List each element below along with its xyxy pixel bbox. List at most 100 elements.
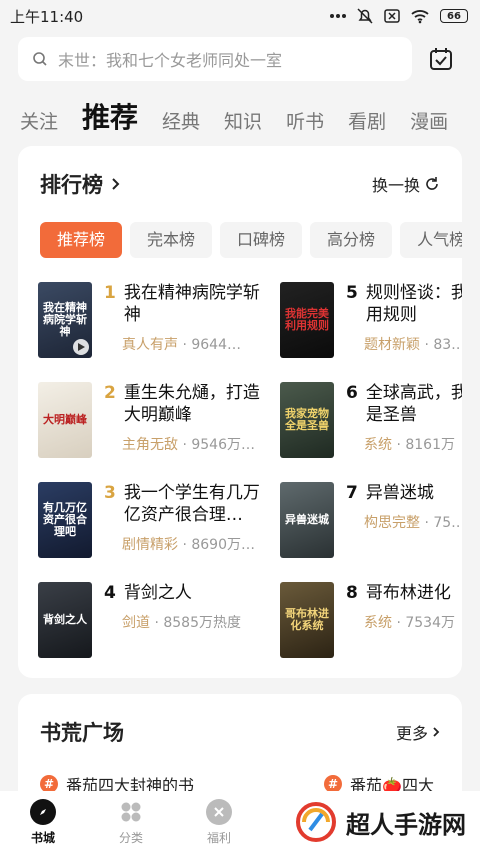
sim-x-icon — [384, 9, 400, 23]
grid-icon — [118, 799, 144, 825]
book-cover: 哥布林进化系统 — [280, 582, 334, 658]
tab-audiobook[interactable]: 听书 — [286, 107, 324, 142]
book-heat: · 8690万… — [182, 537, 255, 553]
chip-finished[interactable]: 完本榜 — [130, 222, 213, 258]
ranking-chips: 推荐榜 完本榜 口碑榜 高分榜 人气榜 — [18, 222, 462, 260]
more-label: 更多 — [395, 724, 428, 743]
more-button[interactable]: 更多 — [396, 720, 440, 744]
book-item[interactable]: 哥布林进化系统 8 哥布林进化 系统 · 7534万 — [280, 582, 462, 658]
watermark-emblem-icon — [296, 802, 336, 842]
book-item[interactable]: 有几万亿资产很合理吧 3 我一个学生有几万亿资产很合理… 剧情精彩 · 8690万… — [38, 482, 280, 558]
ranking-title-link[interactable]: 排行榜 — [40, 169, 121, 199]
book-heat: · 7534万 — [396, 615, 455, 631]
nav-welfare[interactable]: 福利 — [206, 798, 232, 846]
book-title: 我在精神病院学斩神 — [123, 283, 260, 325]
square-title: 书荒广场 — [40, 721, 124, 745]
square-header: 书荒广场 更多 — [18, 694, 462, 770]
tab-drama[interactable]: 看剧 — [348, 107, 386, 142]
search-input[interactable]: 末世：我和七个女老师同处一室 — [18, 37, 412, 81]
battery-indicator: 66 — [440, 9, 468, 23]
chip-high-score[interactable]: 高分榜 — [310, 222, 393, 258]
refresh-icon — [426, 177, 438, 190]
signal-dots-icon — [330, 14, 346, 18]
book-tag: 题材新颖 — [364, 337, 420, 353]
book-tag: 系统 — [364, 437, 392, 453]
chip-popular[interactable]: 人气榜 — [400, 222, 462, 258]
rank-number: 2 — [104, 383, 116, 403]
nav-label: 书城 — [30, 830, 55, 845]
tab-follow[interactable]: 关注 — [20, 107, 58, 142]
rank-number: 6 — [346, 383, 358, 403]
rank-number: 5 — [346, 283, 358, 303]
book-heat: · 9546万… — [182, 437, 255, 453]
book-cover: 有几万亿资产很合理吧 — [38, 482, 92, 558]
book-item[interactable]: 我在精神病院学斩神 1 我在精神病院学斩神 真人有声 · 9644… — [38, 282, 280, 358]
book-item[interactable]: 我家宠物全是圣兽 6 全球高武，我物全是圣兽 系统 · 8161万 — [280, 382, 462, 458]
book-title: 重生朱允熥，打造大明巅峰 — [123, 383, 260, 425]
refresh-button[interactable]: 换一换 — [372, 172, 440, 196]
book-tag: 系统 — [364, 615, 392, 631]
nav-label: 分类 — [118, 830, 143, 845]
status-icons: 66 — [330, 7, 468, 25]
rank-number: 3 — [104, 483, 116, 503]
calendar-checkin-button[interactable] — [426, 44, 456, 74]
rank-number: 4 — [104, 583, 116, 603]
book-heat: · 83… — [424, 337, 462, 353]
book-cover: 我在精神病院学斩神 — [38, 282, 92, 358]
search-placeholder: 末世：我和七个女老师同处一室 — [58, 51, 283, 70]
book-cover: 我能完美利用规则 — [280, 282, 334, 358]
book-item[interactable]: 背剑之人 4 背剑之人 剑道 · 8585万热度 — [38, 582, 280, 658]
book-title: 规则怪谈：我美利用规则 — [365, 283, 462, 325]
book-title: 全球高武，我物全是圣兽 — [365, 383, 462, 425]
book-tag: 构思完整 — [364, 515, 420, 531]
nav-bookstore[interactable]: 书城 — [30, 798, 56, 846]
nav-category[interactable]: 分类 — [118, 799, 144, 846]
book-cover: 异兽迷城 — [280, 482, 334, 558]
tab-comics[interactable]: 漫画 — [410, 107, 448, 142]
book-heat: · 8585万热度 — [154, 615, 241, 631]
book-tag: 真人有声 — [122, 337, 178, 353]
gift-icon — [206, 798, 232, 825]
book-tag: 剑道 — [122, 615, 150, 631]
book-heat: · 75… — [424, 515, 462, 531]
rank-number: 7 — [346, 483, 358, 503]
play-icon — [73, 339, 89, 355]
ranking-title: 排行榜 — [40, 173, 103, 197]
calendar-check-icon — [430, 48, 452, 70]
book-cover: 我家宠物全是圣兽 — [280, 382, 334, 458]
watermark-text: 超人手游网 — [346, 810, 466, 839]
book-title: 哥布林进化 — [365, 583, 451, 603]
ranking-list: 我在精神病院学斩神 1 我在精神病院学斩神 真人有声 · 9644… 我能完美利用… — [18, 282, 462, 658]
book-title: 我一个学生有几万亿资产很合理… — [123, 483, 260, 525]
wifi-icon — [411, 10, 429, 24]
book-heat: · 9644… — [182, 337, 241, 353]
book-item[interactable]: 异兽迷城 7 异兽迷城 构思完整 · 75… — [280, 482, 462, 558]
search-row: 末世：我和七个女老师同处一室 — [18, 36, 462, 82]
status-time: 上午11:40 — [10, 7, 84, 26]
chip-reputation[interactable]: 口碑榜 — [220, 222, 303, 258]
rank-number: 8 — [346, 583, 358, 603]
tab-knowledge[interactable]: 知识 — [224, 107, 262, 142]
book-item[interactable]: 大明巅峰 2 重生朱允熥，打造大明巅峰 主角无敌 · 9546万… — [38, 382, 280, 458]
chevron-right-icon — [433, 727, 440, 737]
book-title: 背剑之人 — [123, 583, 192, 603]
book-tag: 主角无敌 — [122, 437, 178, 453]
watermark-logo: 超人手游网 — [280, 791, 480, 853]
ranking-card: 排行榜 换一换 推荐榜 完本榜 口碑榜 高分榜 人气榜 我在精神病院学斩神 1我… — [18, 146, 462, 678]
ranking-header: 排行榜 换一换 — [18, 146, 462, 222]
book-title: 异兽迷城 — [365, 483, 434, 503]
tab-classic[interactable]: 经典 — [162, 107, 200, 142]
search-icon — [33, 52, 47, 66]
book-cover: 背剑之人 — [38, 582, 92, 658]
mute-bell-icon — [357, 8, 373, 24]
category-tabs: 关注 推荐 经典 知识 听书 看剧 漫画 — [0, 92, 480, 142]
tab-recommend[interactable]: 推荐 — [82, 96, 138, 142]
book-item[interactable]: 我能完美利用规则 5 规则怪谈：我美利用规则 题材新颖 · 83… — [280, 282, 462, 358]
book-cover: 大明巅峰 — [38, 382, 92, 458]
status-bar: 上午11:40 66 — [0, 0, 480, 32]
book-heat: · 8161万 — [396, 437, 455, 453]
chip-recommend[interactable]: 推荐榜 — [40, 222, 123, 258]
nav-label: 福利 — [206, 830, 231, 845]
chevron-right-icon — [112, 178, 120, 190]
compass-icon — [30, 798, 56, 825]
